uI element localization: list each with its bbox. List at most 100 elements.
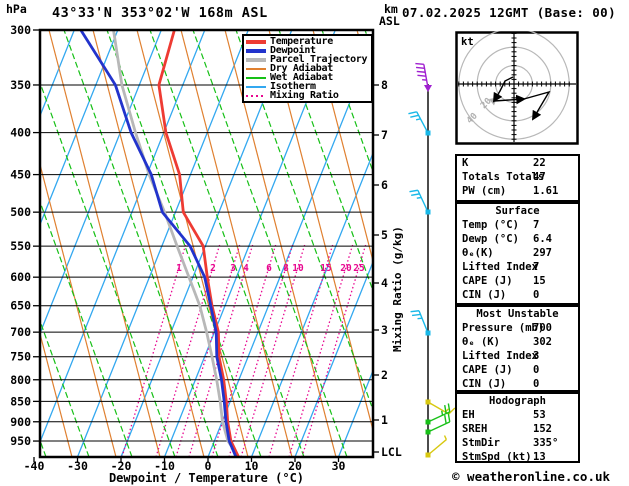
barb-base-dot (425, 130, 431, 136)
panel-row: SREH 152 (457, 422, 578, 436)
panel-row-label: SREH (462, 423, 488, 435)
panel-row-label: CIN (J) (462, 289, 507, 301)
panel-row-value: 47 (533, 171, 546, 183)
mixing-ratio-value: 8 (283, 263, 289, 274)
hodograph-panel: Hodograph EH 53 SREH 152 StmDir 335° StmSpd (kt… (455, 392, 580, 463)
barb-arrowhead (424, 85, 432, 92)
height-tick-label: 3 (381, 323, 388, 337)
pressure-tick-label: 450 (10, 168, 31, 182)
barb-base-dot (425, 419, 431, 425)
panel-row-value: 302 (533, 336, 552, 348)
temperature-axis-title: Dewpoint / Temperature (°C) (108, 471, 305, 485)
surface-panel: Surface Temp (°C) 7 Dewp (°C) 6.4 θₑ(K) 297 Lif… (455, 202, 580, 305)
pressure-tick-label: 950 (10, 434, 31, 448)
panel-row-label: Temp (°C) (462, 219, 519, 231)
wet-adiabat-line (0, 30, 3, 457)
mixing-ratio-value: 20 (340, 263, 352, 274)
panel-row-value: 700 (533, 322, 552, 334)
mixing-ratio-value: 4 (243, 263, 249, 274)
mixing-ratio-value: 15 (320, 263, 332, 274)
height-tick-label: 5 (381, 228, 388, 242)
panel-row-label: PW (cm) (462, 185, 507, 197)
indices-panel: K 22 Totals Totals 47 PW (cm) 1.61 (455, 154, 580, 202)
hodograph-unit-label: kt (461, 36, 474, 48)
height-tick-label: 7 (381, 128, 388, 142)
copyright: © weatheronline.co.uk (452, 469, 611, 484)
height-tick-label: 6 (381, 178, 388, 192)
panel-row-value: 1.61 (533, 185, 559, 197)
panel-row-value: 335° (533, 437, 559, 449)
wind-barb (425, 399, 456, 415)
panel-row-label: K (462, 157, 469, 169)
mixing-ratio-value: 6 (266, 263, 272, 274)
panel-row-label: θₑ(K) (462, 247, 494, 259)
pressure-tick-label: 550 (10, 239, 31, 253)
panel-row: CIN (J) 0 (457, 288, 578, 302)
panel-row-value: 297 (533, 247, 552, 259)
barb-base-dot (425, 429, 431, 435)
pressure-tick-label: 300 (10, 23, 31, 37)
panel-row-label: Lifted Index (462, 261, 538, 273)
panel-row: Lifted Index 7 (457, 260, 578, 274)
pressure-tick-label: 700 (10, 325, 31, 339)
hodograph-plot: 2040kt (455, 31, 579, 145)
mixing-ratio-axis-title: Mixing Ratio (g/kg) (391, 226, 404, 352)
pressure-tick-label: 800 (10, 373, 31, 387)
panel-row: θₑ (K) 302 (457, 335, 578, 349)
panel-title: Hodograph (489, 395, 546, 407)
legend-line-sample (246, 76, 266, 79)
height-tick-label: 8 (381, 78, 388, 92)
wind-barb-column (408, 62, 456, 458)
panel-row-value: 0 (533, 378, 540, 390)
mixing-ratio-value: 25 (353, 263, 365, 274)
legend-item: Mixing Ratio (246, 90, 371, 101)
mixing-ratio-value: 10 (292, 263, 304, 274)
panel-row: Lifted Index 3 (457, 349, 578, 363)
panel-row: StmDir 335° (457, 436, 578, 450)
panel-row: Totals Totals 47 (457, 170, 578, 184)
skewt-app: hPa 43°33'N 353°02'W 168m ASL km ASL 07.… (0, 0, 629, 486)
panel-row-value: 152 (533, 423, 552, 435)
panel-row-label: CAPE (J) (462, 364, 513, 376)
pressure-tick-label: 750 (10, 350, 31, 364)
panel-row: CIN (J) 0 (457, 377, 578, 391)
mixing-ratio-value: 2 (210, 263, 216, 274)
panel-row-label: CAPE (J) (462, 275, 513, 287)
mixing-ratio-value: 3 (230, 263, 236, 274)
panel-row: K 22 (457, 156, 578, 170)
barb-base-dot (425, 330, 431, 336)
panel-row-value: 0 (533, 289, 540, 301)
pressure-tick-label: 350 (10, 78, 31, 92)
wet-adiabat-line (106, 30, 262, 457)
dry-adiabat-line (136, 30, 249, 457)
panel-row: StmSpd (kt) 13 (457, 450, 578, 464)
panel-row-label: θₑ (K) (462, 336, 500, 348)
panel-row-label: Pressure (mb) (462, 322, 545, 334)
panel-row: CAPE (J) 15 (457, 274, 578, 288)
parcel-trajectory-trace (112, 30, 240, 457)
pressure-tick-label: 400 (10, 126, 31, 140)
panel-row-value: 15 (533, 275, 546, 287)
height-tick-label: 4 (381, 276, 388, 290)
wind-barb (415, 62, 432, 92)
panel-row-label: CIN (J) (462, 378, 507, 390)
wet-adiabat-line (40, 80, 176, 457)
barb-base-dot (425, 399, 431, 405)
barb-base-dot (425, 209, 431, 215)
panel-title: Surface (495, 205, 540, 217)
legend-line-sample (246, 48, 266, 53)
panel-row-label: Dewp (°C) (462, 233, 519, 245)
wind-barb (408, 111, 431, 136)
panel-row: θₑ(K) 297 (457, 246, 578, 260)
panel-row: CAPE (J) 0 (457, 363, 578, 377)
mixing-ratio-value: 1 (176, 263, 182, 274)
pressure-tick-label: 900 (10, 415, 31, 429)
legend-line-sample (246, 85, 266, 88)
hodograph-border (455, 31, 579, 145)
panel-row: PW (cm) 1.61 (457, 184, 578, 198)
barb-base-dot (425, 452, 431, 458)
height-tick-label: 1 (381, 413, 388, 427)
panel-row: Temp (°C) 7 (457, 218, 578, 232)
panel-row-label: StmSpd (kt) (462, 451, 532, 463)
panel-row: EH 53 (457, 408, 578, 422)
